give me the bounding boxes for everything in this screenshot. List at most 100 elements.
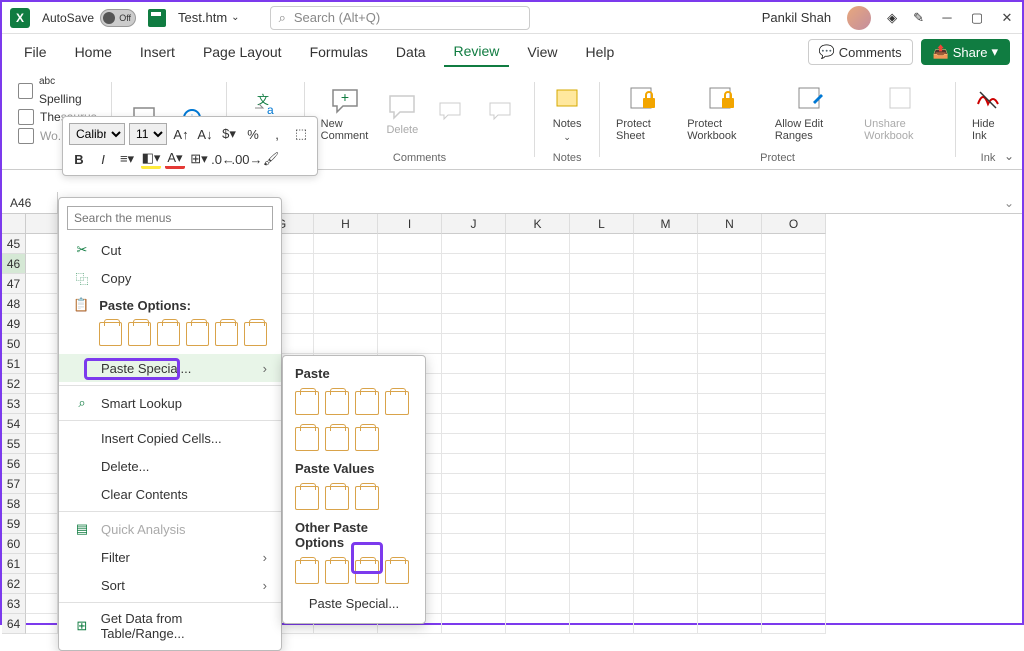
name-box[interactable]: A46 <box>2 192 58 213</box>
cell[interactable] <box>442 534 506 554</box>
cell[interactable] <box>442 474 506 494</box>
cell[interactable] <box>442 614 506 634</box>
increase-font-icon[interactable]: A↑ <box>171 124 191 144</box>
cell[interactable] <box>506 334 570 354</box>
cell[interactable] <box>634 434 698 454</box>
cell[interactable] <box>698 394 762 414</box>
cell[interactable] <box>442 414 506 434</box>
row-header[interactable]: 61 <box>2 554 26 574</box>
filename[interactable]: Test.htm <box>178 10 227 25</box>
font-select[interactable]: Calibri <box>69 123 125 145</box>
cell[interactable] <box>698 314 762 334</box>
row-header[interactable]: 47 <box>2 274 26 294</box>
col-header[interactable]: J <box>442 214 506 234</box>
sub-paste-all-icon[interactable] <box>295 391 319 415</box>
comma-icon[interactable]: , <box>267 124 287 144</box>
sub-paste-formulas-icon[interactable] <box>325 391 349 415</box>
collapse-ribbon-icon[interactable]: ⌄ <box>1004 149 1014 163</box>
cell[interactable] <box>570 314 634 334</box>
cell[interactable] <box>762 514 826 534</box>
paste-transpose-icon[interactable] <box>186 322 209 346</box>
notes-button[interactable]: Notes⌄ <box>545 80 589 147</box>
cell[interactable] <box>698 254 762 274</box>
align-icon[interactable]: ≡▾ <box>117 149 137 169</box>
cell[interactable] <box>570 334 634 354</box>
cell[interactable] <box>442 354 506 374</box>
tab-home[interactable]: Home <box>65 38 122 66</box>
cell[interactable] <box>634 494 698 514</box>
ctx-cut[interactable]: ✂Cut <box>59 236 281 264</box>
cell[interactable] <box>506 554 570 574</box>
cell[interactable] <box>698 234 762 254</box>
cell[interactable] <box>506 454 570 474</box>
cell[interactable] <box>506 474 570 494</box>
sub-paste-noborders-icon[interactable] <box>295 427 319 451</box>
cell[interactable] <box>634 294 698 314</box>
cell[interactable] <box>506 574 570 594</box>
cell[interactable] <box>506 614 570 634</box>
cell[interactable] <box>506 314 570 334</box>
menu-search-input[interactable] <box>67 206 273 230</box>
cell[interactable] <box>570 354 634 374</box>
row-header[interactable]: 48 <box>2 294 26 314</box>
cell[interactable] <box>314 254 378 274</box>
cell[interactable] <box>698 454 762 474</box>
cell[interactable] <box>570 514 634 534</box>
cell[interactable] <box>762 614 826 634</box>
cell[interactable] <box>698 434 762 454</box>
cell[interactable] <box>506 294 570 314</box>
cell[interactable] <box>762 494 826 514</box>
cell[interactable] <box>570 554 634 574</box>
row-header[interactable]: 62 <box>2 574 26 594</box>
cell[interactable] <box>634 534 698 554</box>
cell[interactable] <box>442 394 506 414</box>
sub-picture-icon[interactable] <box>355 560 379 584</box>
row-header[interactable]: 50 <box>2 334 26 354</box>
col-header[interactable]: I <box>378 214 442 234</box>
cell[interactable] <box>762 414 826 434</box>
cell[interactable] <box>698 474 762 494</box>
cell[interactable] <box>570 394 634 414</box>
tab-review[interactable]: Review <box>444 37 510 67</box>
allow-edit-ranges-button[interactable]: Allow Edit Ranges <box>769 80 852 146</box>
cell[interactable] <box>378 314 442 334</box>
cell[interactable] <box>442 294 506 314</box>
ctx-paste-special[interactable]: Paste Special...› <box>59 354 281 382</box>
bold-icon[interactable]: B <box>69 149 89 169</box>
cell[interactable] <box>634 234 698 254</box>
cell[interactable] <box>506 394 570 414</box>
cell[interactable] <box>698 574 762 594</box>
share-button[interactable]: 📤 Share ▾ <box>921 39 1010 65</box>
row-header[interactable]: 51 <box>2 354 26 374</box>
row-header[interactable]: 52 <box>2 374 26 394</box>
spelling-button[interactable]: abc Spelling <box>18 76 97 106</box>
new-comment-button[interactable]: +New Comment <box>315 80 375 146</box>
cell[interactable] <box>762 574 826 594</box>
cell[interactable] <box>634 574 698 594</box>
cell[interactable] <box>314 274 378 294</box>
sub-paste-special-dialog[interactable]: Paste Special... <box>283 590 425 617</box>
row-header[interactable]: 58 <box>2 494 26 514</box>
cell[interactable] <box>378 234 442 254</box>
cell[interactable] <box>634 414 698 434</box>
cell[interactable] <box>570 474 634 494</box>
protect-workbook-button[interactable]: Protect Workbook <box>681 80 763 146</box>
cell[interactable] <box>698 594 762 614</box>
cell[interactable] <box>762 274 826 294</box>
tab-help[interactable]: Help <box>576 38 625 66</box>
cell[interactable] <box>570 454 634 474</box>
sub-paste-source-fmt-icon[interactable] <box>385 391 409 415</box>
expand-formula-icon[interactable]: ⌄ <box>1004 196 1014 210</box>
ctx-clear-contents[interactable]: Clear Contents <box>59 480 281 508</box>
tab-pagelayout[interactable]: Page Layout <box>193 38 292 66</box>
cell[interactable] <box>698 614 762 634</box>
cell[interactable] <box>570 414 634 434</box>
cell[interactable] <box>442 334 506 354</box>
paste-formulas-icon[interactable] <box>157 322 180 346</box>
diamond-icon[interactable]: ◈ <box>887 10 897 26</box>
cell[interactable] <box>634 394 698 414</box>
row-header[interactable]: 53 <box>2 394 26 414</box>
ctx-sort[interactable]: Sort› <box>59 571 281 599</box>
cell[interactable] <box>442 314 506 334</box>
cell[interactable] <box>634 614 698 634</box>
